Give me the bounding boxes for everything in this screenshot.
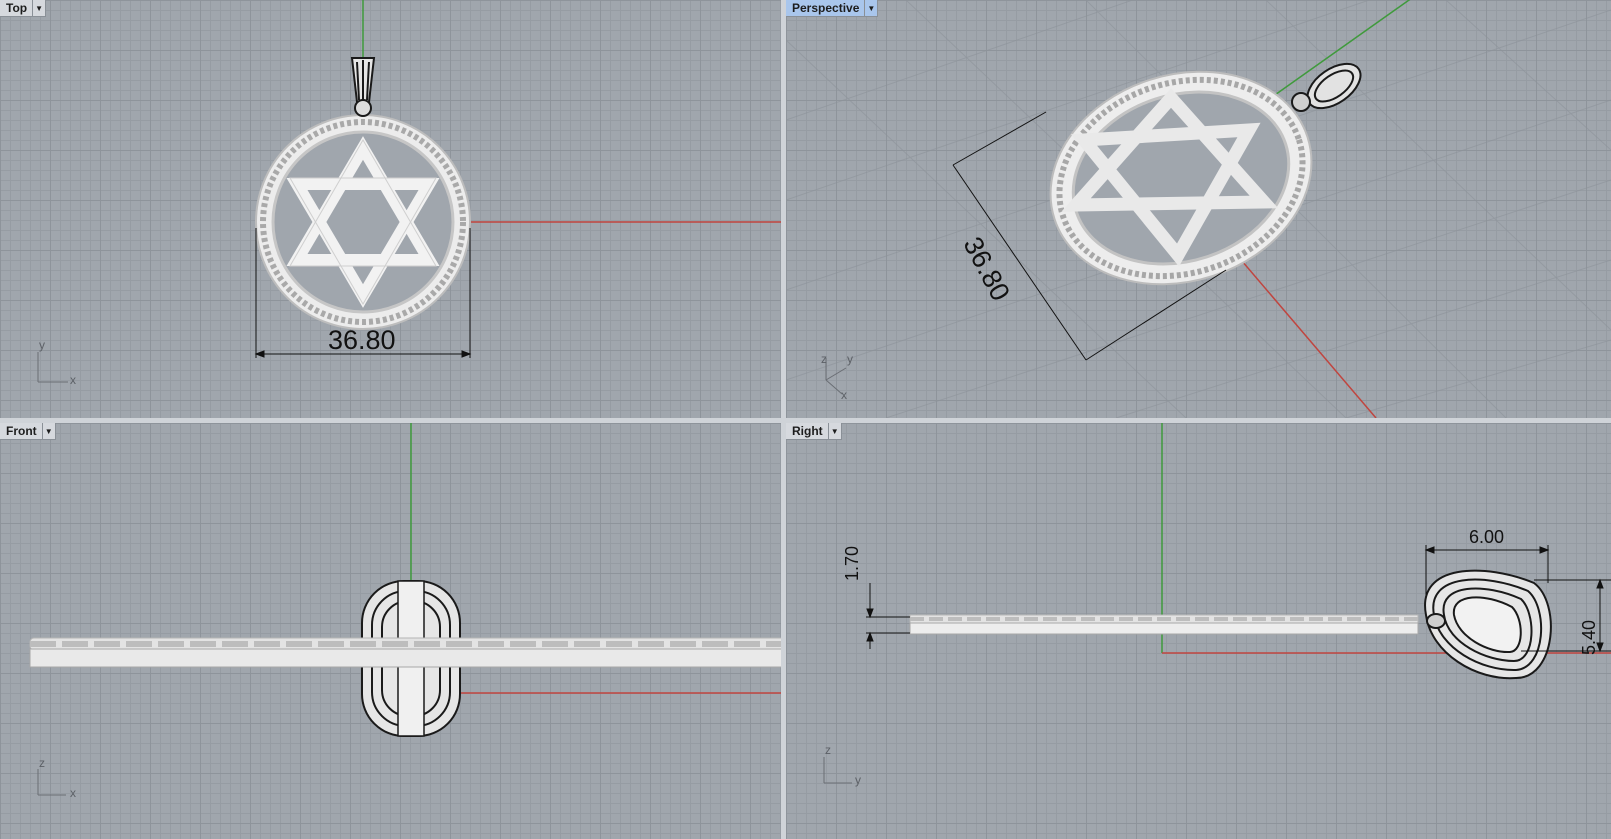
- viewport-right[interactable]: Right ▼ 1.70 6.00 5.40 z y: [786, 423, 1611, 839]
- dimension-label-bail-height: 5.40: [1579, 619, 1599, 655]
- dimension-line-thickness: [866, 583, 910, 649]
- chevron-down-icon[interactable]: ▼: [32, 0, 45, 16]
- viewport-top[interactable]: Top ▼ 36.80 y x: [0, 0, 781, 418]
- viewport-perspective[interactable]: Perspective ▼ 36.80 z y x: [786, 0, 1611, 418]
- chevron-down-icon[interactable]: ▼: [41, 423, 55, 439]
- perspective-view-canvas: [786, 0, 1611, 418]
- bail: [350, 57, 376, 117]
- pendant-ring: [1049, 70, 1313, 286]
- dimension-label: 36.80: [328, 325, 396, 355]
- world-axis-widget: [823, 757, 852, 784]
- axis-label-y: y: [847, 352, 853, 366]
- axis-label-z: z: [821, 352, 827, 366]
- front-view-canvas: [29, 423, 781, 796]
- world-axis-widget: [37, 352, 68, 383]
- pendant-edge: [29, 637, 781, 668]
- viewport-title: Perspective: [792, 1, 860, 15]
- dimension-label-thickness: 1.70: [842, 545, 862, 581]
- axis-label-z: z: [825, 743, 831, 757]
- chevron-down-icon[interactable]: ▼: [827, 423, 841, 439]
- viewport-tab-top[interactable]: Top ▼: [0, 0, 47, 17]
- axis-label-x: x: [841, 388, 847, 402]
- viewport-tab-front[interactable]: Front ▼: [0, 423, 56, 440]
- chevron-down-icon[interactable]: ▼: [864, 0, 877, 16]
- right-view-canvas: [823, 423, 1611, 784]
- axis-label-z: z: [39, 756, 45, 770]
- viewport-front[interactable]: Front ▼ z x: [0, 423, 781, 839]
- viewport-tab-right[interactable]: Right ▼: [786, 423, 842, 440]
- axis-label-y: y: [39, 338, 45, 352]
- viewport-title: Front: [6, 424, 37, 438]
- axis-label-x: x: [70, 373, 76, 387]
- viewport-title: Top: [6, 1, 28, 15]
- viewport-tab-perspective[interactable]: Perspective ▼: [786, 0, 879, 17]
- axis-label-x: x: [70, 786, 76, 800]
- pendant-edge: [909, 614, 1419, 635]
- bail: [1291, 62, 1362, 112]
- world-axis-widget: [37, 769, 66, 796]
- viewport-title: Right: [792, 424, 823, 438]
- bail-side: [1424, 569, 1552, 680]
- axis-label-y: y: [855, 773, 861, 787]
- dimension-label-bail-width: 6.00: [1469, 527, 1505, 547]
